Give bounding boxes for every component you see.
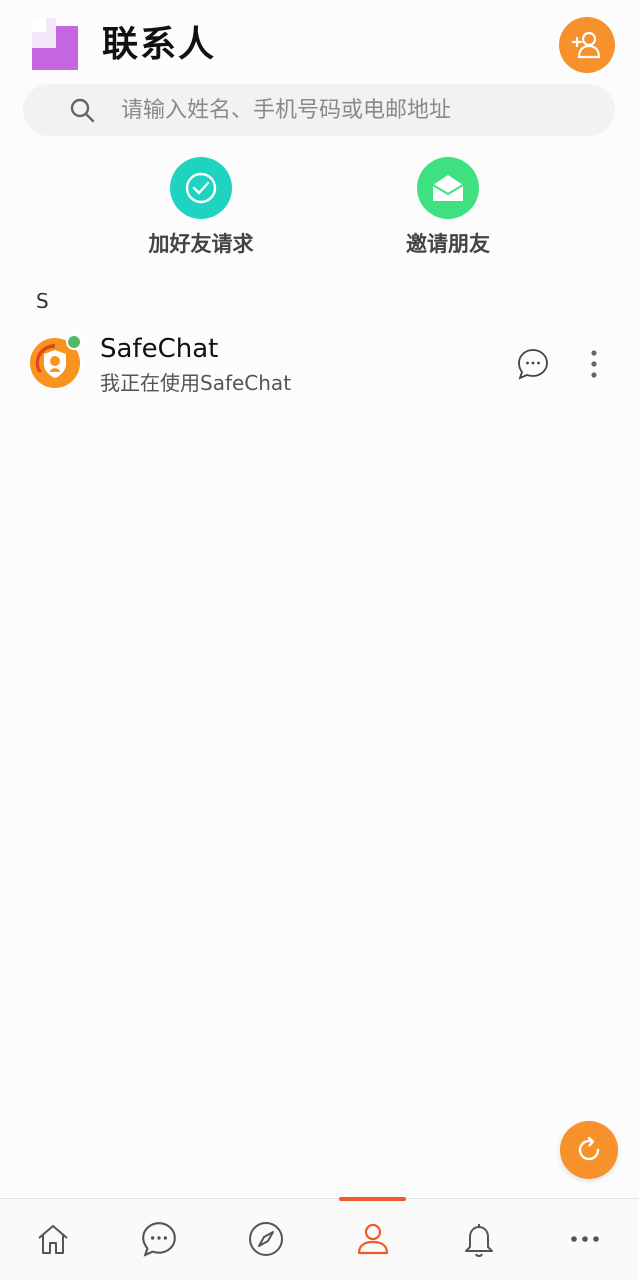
- invite-friends-circle: [417, 157, 479, 219]
- chat-bubble-icon: [142, 1222, 176, 1257]
- active-tab-indicator: [339, 1197, 406, 1201]
- contacts-screen: 联系人 加好友请求: [0, 0, 639, 1280]
- section-header: S: [36, 289, 49, 313]
- invite-friends-label: 邀请朋友: [406, 232, 490, 256]
- app-logo-icon: [32, 18, 78, 70]
- friend-requests-button[interactable]: 加好友请求: [126, 157, 276, 259]
- compass-icon: [249, 1222, 283, 1256]
- search-icon: [70, 98, 95, 123]
- refresh-icon: [578, 1136, 600, 1161]
- friend-requests-circle: [170, 157, 232, 219]
- refresh-button[interactable]: [560, 1121, 618, 1179]
- bottom-navigation: [0, 1197, 639, 1280]
- header: 联系人: [0, 0, 639, 80]
- person-icon: [357, 1223, 389, 1255]
- more-horizontal-icon: [571, 1236, 599, 1242]
- bell-icon: [465, 1224, 493, 1257]
- friend-requests-label: 加好友请求: [148, 232, 254, 256]
- open-envelope-icon: [432, 175, 464, 201]
- search-bar[interactable]: [23, 84, 615, 136]
- chat-bubble-icon[interactable]: [515, 346, 551, 382]
- contact-name: SafeChat: [100, 334, 219, 364]
- add-contact-icon: [571, 31, 601, 59]
- nav-item-home[interactable]: [31, 1217, 75, 1261]
- home-icon: [38, 1225, 68, 1254]
- page-title: 联系人: [102, 24, 217, 65]
- invite-friends-button[interactable]: 邀请朋友: [373, 157, 523, 259]
- more-vertical-icon[interactable]: [582, 346, 606, 382]
- contact-list-item[interactable]: SafeChat 我正在使用SafeChat: [0, 326, 639, 402]
- add-contact-button[interactable]: [559, 17, 615, 73]
- nav-item-more[interactable]: [563, 1217, 607, 1261]
- nav-item-chats[interactable]: [137, 1217, 181, 1261]
- nav-item-contacts[interactable]: [351, 1217, 395, 1261]
- check-circle-icon: [185, 172, 217, 204]
- search-input[interactable]: [121, 84, 601, 136]
- online-status-indicator: [66, 334, 82, 350]
- contact-status: 我正在使用SafeChat: [100, 371, 292, 395]
- nav-item-notifications[interactable]: [457, 1217, 501, 1261]
- nav-item-discover[interactable]: [244, 1217, 288, 1261]
